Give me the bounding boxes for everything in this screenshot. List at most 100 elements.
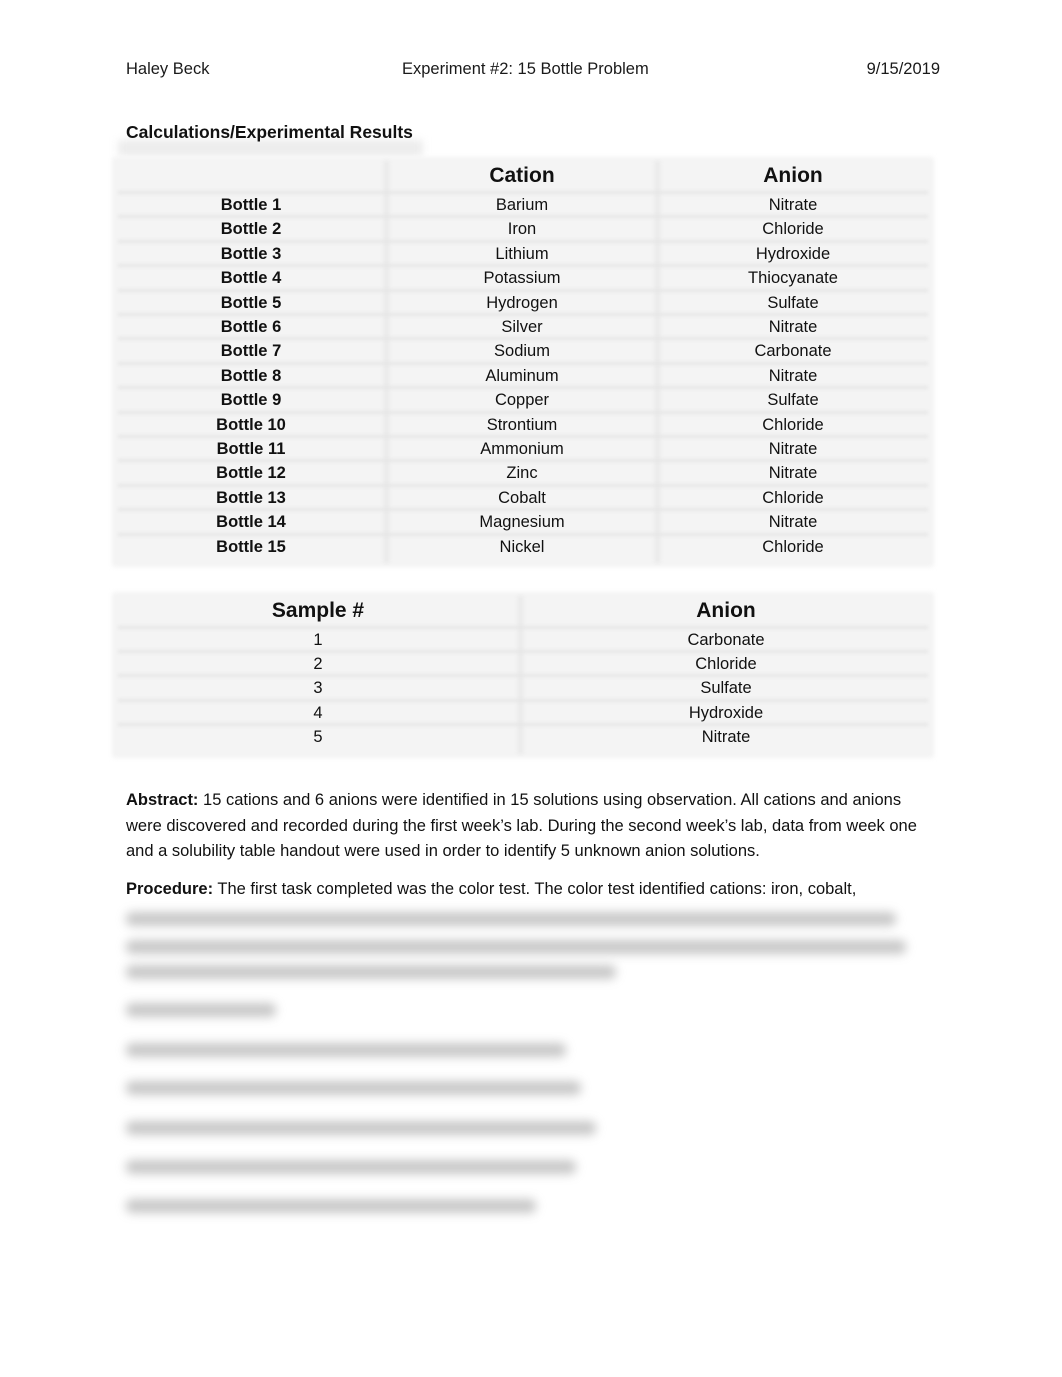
anion-cell: Chloride	[762, 220, 824, 239]
anion-cell: Carbonate	[687, 631, 765, 649]
bottle-label: Bottle 14	[216, 513, 286, 532]
header-cell-anion: Anion	[696, 599, 756, 622]
anion-cell: Nitrate	[768, 513, 818, 532]
cation-cell: Lithium	[495, 244, 549, 263]
procedure-label: Procedure:	[126, 880, 214, 898]
blurred-text-line	[126, 965, 616, 979]
cation-cell: Nickel	[499, 537, 545, 556]
anion-cell: Sulfate	[767, 293, 819, 312]
table-row: Bottle 2 Iron Chloride	[112, 217, 934, 241]
anion-cell: Chloride	[695, 655, 757, 674]
anion-cell: Nitrate	[768, 464, 818, 483]
table-row: Bottle 12 Zinc Nitrate	[112, 461, 934, 485]
table-row: Bottle 13 Cobalt Chloride	[112, 486, 934, 510]
table-row: Bottle 1 Barium Nitrate	[112, 193, 934, 217]
blurred-text-line	[126, 1081, 581, 1095]
bottle-label: Bottle 10	[216, 415, 286, 434]
bottle-label: Bottle 13	[216, 488, 286, 507]
table-row: Bottle 5 Hydrogen Sulfate	[112, 291, 934, 315]
cation-cell: Zinc	[506, 464, 538, 483]
cation-cell: Copper	[494, 391, 550, 410]
bottle-label: Bottle 1	[220, 196, 282, 214]
table-row: Bottle 4 Potassium Thiocyanate	[112, 266, 934, 290]
blurred-text-line	[126, 912, 896, 926]
table-row: Bottle 11 Ammonium Nitrate	[112, 437, 934, 461]
section-title: Calculations/Experimental Results	[126, 122, 413, 142]
document-date: 9/15/2019	[866, 60, 940, 78]
anion-cell: Hydroxide	[755, 244, 831, 263]
cation-cell: Potassium	[483, 269, 561, 288]
bottle-label: Bottle 6	[220, 318, 282, 336]
bottle-label: Bottle 11	[216, 440, 286, 458]
anion-cell: Sulfate	[767, 391, 819, 410]
cation-cell: Iron	[507, 220, 537, 239]
bottle-label: Bottle 7	[220, 342, 282, 361]
abstract-label: Abstract:	[126, 791, 199, 809]
table-header-row: Sample # Anion	[112, 597, 934, 622]
sample-number-cell: 4	[313, 703, 323, 722]
anion-cell: Thiocyanate	[748, 269, 838, 288]
table-row: Bottle 15 Nickel Chloride	[112, 535, 934, 559]
anion-cell: Nitrate	[768, 440, 818, 458]
cation-cell: Silver	[501, 318, 543, 336]
table-row: Bottle 9 Copper Sulfate	[112, 388, 934, 412]
cation-cell: Aluminum	[485, 366, 559, 385]
bottle-label: Bottle 5	[220, 293, 282, 312]
table-row: Bottle 14 Magnesium Nitrate	[112, 510, 934, 534]
unknown-sample-table: Sample # Anion 1 Carbonate 2 Chloride 3 Sulfa…	[112, 592, 934, 758]
header-cell-sample: Sample #	[271, 599, 365, 622]
bottle-label: Bottle 12	[216, 464, 286, 483]
bottle-label: Bottle 15	[216, 537, 286, 556]
sample-number-cell: 3	[313, 679, 323, 698]
blurred-text-line	[126, 1003, 276, 1017]
table-row: 5 Nitrate	[112, 725, 934, 749]
abstract-paragraph: Abstract: 15 cations and 6 anions were i…	[126, 788, 941, 865]
bottle-label: Bottle 9	[220, 391, 282, 410]
bottle-results-table: Cation Anion Bottle 1 Barium Nitrate Bottle…	[112, 157, 934, 567]
anion-cell: Chloride	[762, 488, 824, 507]
bottle-label: Bottle 3	[220, 244, 282, 263]
cation-cell: Sodium	[494, 342, 550, 361]
cation-cell: Hydrogen	[486, 293, 558, 312]
abstract-text: 15 cations and 6 anions were identified …	[126, 791, 917, 860]
sample-number-cell: 2	[313, 655, 323, 674]
bottle-label: Bottle 2	[220, 220, 282, 239]
bottle-label: Bottle 4	[220, 269, 282, 288]
cation-cell: Magnesium	[479, 513, 565, 532]
header-cell-cation: Cation	[489, 164, 555, 187]
table-row: 2 Chloride	[112, 652, 934, 676]
blurred-text-line	[126, 940, 906, 954]
table-row: 4 Hydroxide	[112, 701, 934, 725]
procedure-text: The first task completed was the color t…	[213, 880, 857, 898]
anion-cell: Carbonate	[754, 342, 832, 361]
anion-cell: Sulfate	[700, 679, 752, 698]
cation-cell: Barium	[495, 196, 549, 214]
author-name: Haley Beck	[126, 60, 210, 78]
anion-cell: Chloride	[762, 415, 824, 434]
blurred-text-line	[126, 1043, 566, 1057]
procedure-paragraph: Procedure: The first task completed was …	[126, 877, 941, 903]
table-row: Bottle 3 Lithium Hydroxide	[112, 242, 934, 266]
anion-cell: Hydroxide	[688, 703, 764, 722]
sample-number-cell: 1	[313, 631, 323, 649]
anion-cell: Chloride	[762, 537, 824, 556]
header-cell-anion: Anion	[763, 164, 823, 187]
bottle-label: Bottle 8	[220, 366, 282, 385]
table-row: Bottle 6 Silver Nitrate	[112, 315, 934, 339]
document-page: Haley Beck Experiment #2: 15 Bottle Prob…	[0, 0, 1062, 1377]
anion-cell: Nitrate	[701, 727, 751, 746]
cation-cell: Ammonium	[480, 440, 564, 458]
table-row: Bottle 8 Aluminum Nitrate	[112, 364, 934, 388]
document-title: Experiment #2: 15 Bottle Problem	[402, 60, 649, 78]
blurred-text-line	[126, 1199, 536, 1213]
blurred-text-line	[126, 1121, 596, 1135]
table-row: Bottle 7 Sodium Carbonate	[112, 339, 934, 363]
table-row: 1 Carbonate	[112, 628, 934, 652]
table-row: 3 Sulfate	[112, 676, 934, 700]
table-header-row: Cation Anion	[112, 162, 934, 187]
blurred-text-line	[126, 1160, 576, 1174]
anion-cell: Nitrate	[768, 366, 818, 385]
sample-number-cell: 5	[313, 727, 323, 746]
cation-cell: Cobalt	[498, 488, 546, 507]
table-row: Bottle 10 Strontium Chloride	[112, 413, 934, 437]
